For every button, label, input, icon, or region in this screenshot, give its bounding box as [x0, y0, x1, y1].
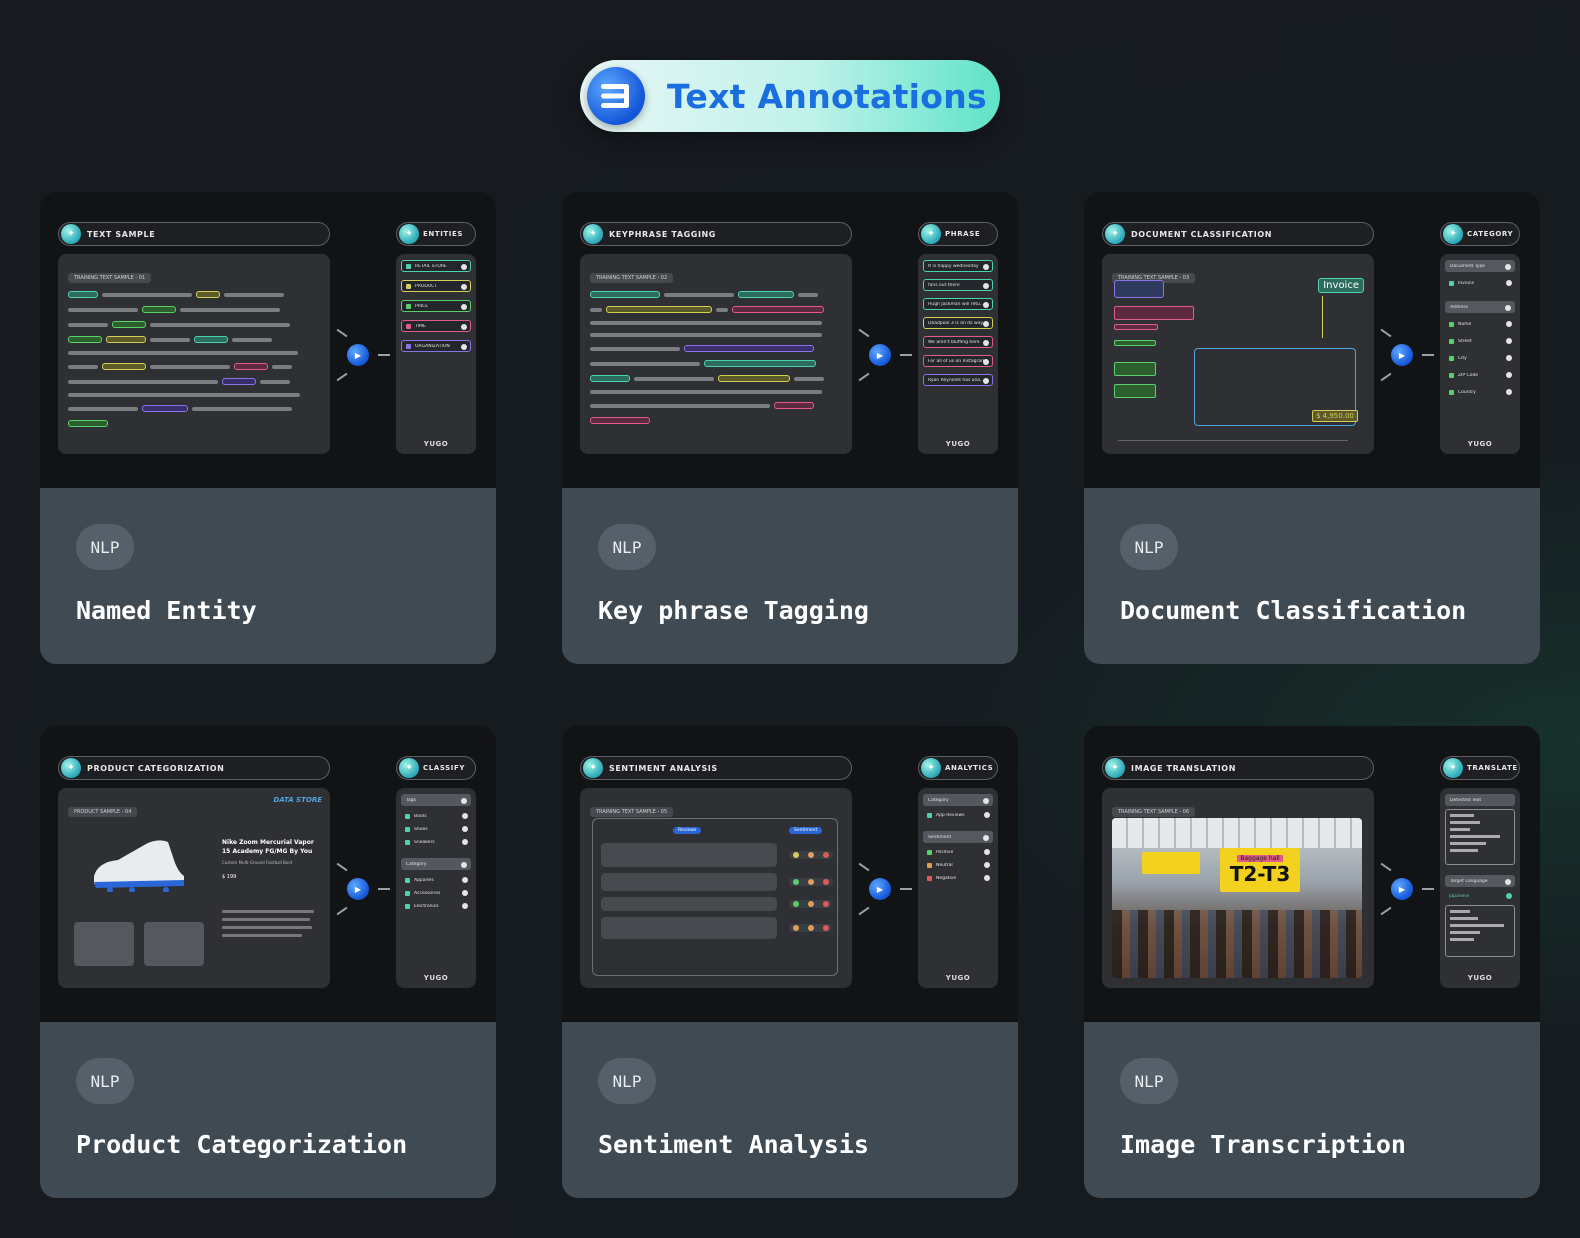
card-footer: NLP Image Transcription: [1084, 1022, 1540, 1198]
card-title[interactable]: Key phrase Tagging: [598, 596, 869, 625]
card-thumbnail: ✦ SENTIMENT ANALYSIS TRAINING TEXT SAMPLE…: [562, 726, 1018, 1022]
category-tag[interactable]: NLP: [76, 1058, 134, 1104]
brand-icon: ✦: [61, 224, 81, 244]
brand-icon: ✦: [1105, 224, 1125, 244]
card-title[interactable]: Document Classification: [1120, 596, 1466, 625]
card-title[interactable]: Image Transcription: [1120, 1130, 1406, 1159]
card-sentiment-analysis[interactable]: ✦ SENTIMENT ANALYSIS TRAINING TEXT SAMPLE…: [562, 726, 1018, 1198]
thumbnail-image[interactable]: [74, 922, 134, 966]
card-footer: NLP Named Entity: [40, 488, 496, 664]
card-footer: NLP Key phrase Tagging: [562, 488, 1018, 664]
brand-icon: ✦: [399, 224, 419, 244]
play-icon: ▶: [1391, 344, 1413, 366]
category-tag[interactable]: NLP: [1120, 524, 1178, 570]
card-footer: NLP Document Classification: [1084, 488, 1540, 664]
category-tag[interactable]: NLP: [1120, 1058, 1178, 1104]
card-thumbnail: ✦ DOCUMENT CLASSIFICATION TRAINING TEXT S…: [1084, 192, 1540, 488]
play-icon: ▶: [1391, 878, 1413, 900]
brand-icon: ✦: [583, 758, 603, 778]
brand-icon: ✦: [921, 224, 941, 244]
doc-logo: [1114, 280, 1164, 298]
thumbnail-image[interactable]: [144, 922, 204, 966]
play-icon: ▶: [869, 878, 891, 900]
card-thumbnail: ✦ IMAGE TRANSLATION TRAINING TEXT SAMPLE …: [1084, 726, 1540, 1022]
card-product-categorization[interactable]: ✦ PRODUCT CATEGORIZATION PRODUCT SAMPLE -…: [40, 726, 496, 1198]
brand-icon: ✦: [1443, 758, 1463, 778]
category-tag[interactable]: NLP: [76, 524, 134, 570]
card-title[interactable]: Sentiment Analysis: [598, 1130, 869, 1159]
card-title[interactable]: Product Categorization: [76, 1130, 407, 1159]
brand-icon: ✦: [583, 224, 603, 244]
card-title[interactable]: Named Entity: [76, 596, 257, 625]
store-logo: DATA STORE: [273, 796, 322, 804]
card-footer: NLP Product Categorization: [40, 1022, 496, 1198]
page-header-pill: Text Annotations: [580, 60, 1000, 132]
play-icon: ▶: [347, 878, 369, 900]
card-thumbnail: ✦ KEYPHRASE TAGGING TRAINING TEXT SAMPLE …: [562, 192, 1018, 488]
card-thumbnail: ✦ PRODUCT CATEGORIZATION PRODUCT SAMPLE -…: [40, 726, 496, 1022]
brand-icon: ✦: [1105, 758, 1125, 778]
page-title: Text Annotations: [667, 76, 987, 116]
card-key-phrase-tagging[interactable]: ✦ KEYPHRASE TAGGING TRAINING TEXT SAMPLE …: [562, 192, 1018, 664]
brand-icon: ✦: [399, 758, 419, 778]
football-boot-icon: [94, 840, 184, 892]
card-image-transcription[interactable]: ✦ IMAGE TRANSLATION TRAINING TEXT SAMPLE …: [1084, 726, 1540, 1198]
annotation-logo-icon: [587, 67, 645, 125]
card-named-entity[interactable]: ✦ TEXT SAMPLE TRAINING TEXT SAMPLE - 01 ▶…: [40, 192, 496, 664]
doc-type-label: Invoice: [1318, 278, 1364, 293]
category-tag[interactable]: NLP: [598, 1058, 656, 1104]
category-tag[interactable]: NLP: [598, 524, 656, 570]
brand-icon: ✦: [921, 758, 941, 778]
brand-icon: ✦: [61, 758, 81, 778]
card-footer: NLP Sentiment Analysis: [562, 1022, 1018, 1198]
brand-icon: ✦: [1443, 224, 1463, 244]
play-icon: ▶: [347, 344, 369, 366]
card-thumbnail: ✦ TEXT SAMPLE TRAINING TEXT SAMPLE - 01 ▶…: [40, 192, 496, 488]
airport-photo: Baggage hall T2-T3: [1112, 818, 1362, 978]
play-icon: ▶: [869, 344, 891, 366]
card-document-classification[interactable]: ✦ DOCUMENT CLASSIFICATION TRAINING TEXT S…: [1084, 192, 1540, 664]
